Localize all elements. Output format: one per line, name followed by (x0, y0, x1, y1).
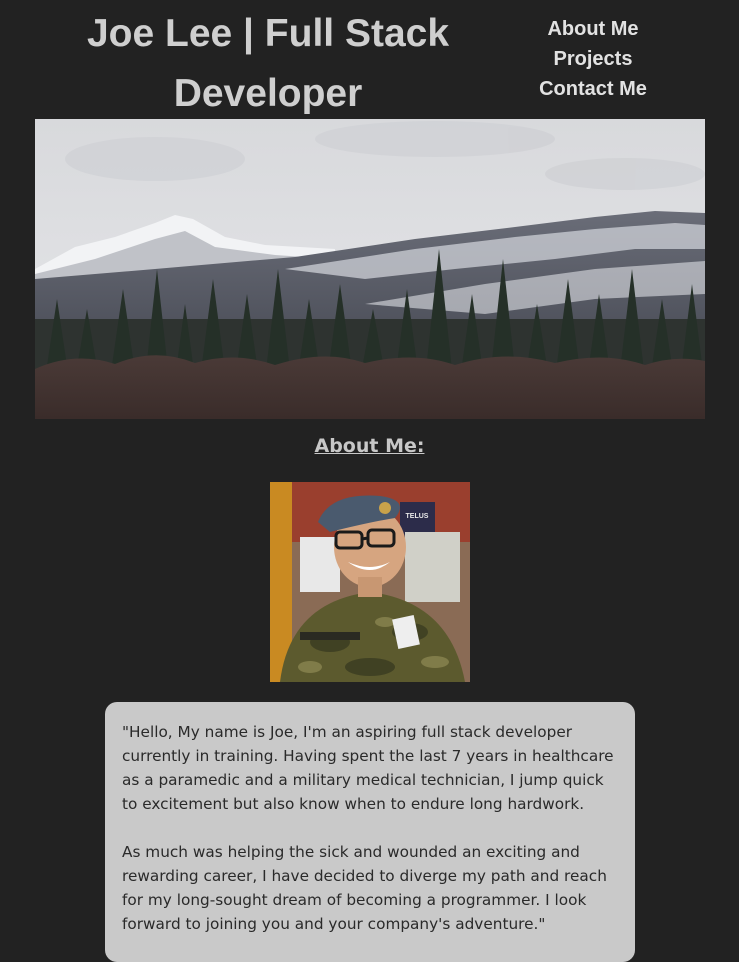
about-me-heading: About Me: (314, 435, 425, 457)
bio-paragraph-1: "Hello, My name is Joe, I'm an aspiring … (122, 723, 614, 813)
main-nav: About Me Projects Contact Me (520, 14, 666, 104)
mountain-banner-image (35, 119, 705, 419)
nav-projects-link[interactable]: Projects (554, 44, 633, 74)
bio-paragraph-2: As much was helping the sick and wounded… (122, 843, 607, 933)
site-title: Joe Lee | Full Stack Developer (86, 12, 450, 115)
nav-contact-me-link[interactable]: Contact Me (539, 74, 647, 104)
profile-photo: TELUS (270, 482, 470, 682)
building-sign-text: TELUS (406, 513, 429, 520)
bio-card: "Hello, My name is Joe, I'm an aspiring … (105, 702, 635, 962)
nav-about-me-link[interactable]: About Me (547, 14, 638, 44)
